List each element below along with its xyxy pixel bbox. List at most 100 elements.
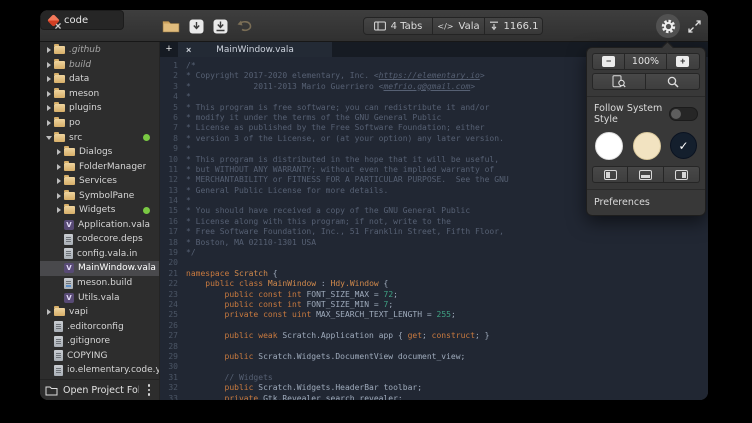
folder-icon (64, 163, 75, 171)
tree-item--editorconfig[interactable]: .editorconfig (40, 319, 159, 334)
zoom-in-button[interactable]: + (667, 53, 700, 70)
bottom-panel-icon (639, 170, 652, 180)
code-line (186, 362, 708, 372)
layout-sidebar-left-button[interactable] (592, 166, 628, 183)
vala-file-icon (64, 220, 74, 230)
tree-item-build[interactable]: build (40, 58, 159, 73)
language-button[interactable]: </> Vala (433, 17, 485, 35)
kebab-dot (148, 393, 151, 396)
settings-gear-button[interactable] (656, 14, 680, 38)
expander-icon[interactable] (54, 207, 64, 213)
find-in-project-icon (612, 75, 626, 88)
tree-item-label: .github (69, 45, 101, 55)
language-label: Vala (459, 21, 480, 32)
expand-arrows-icon (688, 20, 701, 33)
line-column-label: 1166.1 (504, 21, 539, 32)
revert-button[interactable] (237, 19, 253, 33)
desktop-background: × code (0, 0, 752, 423)
tree-item-meson[interactable]: meson (40, 87, 159, 102)
line-number: 1 (160, 61, 178, 71)
tree-item-application-vala[interactable]: Application.vala (40, 218, 159, 233)
tree-item-vapi[interactable]: vapi (40, 305, 159, 320)
project-menu-button[interactable] (144, 383, 154, 398)
goto-line-button[interactable]: 1166.1 (485, 17, 543, 35)
toggle-knob (671, 109, 681, 119)
save-as-button[interactable] (213, 19, 228, 34)
save-button[interactable] (189, 19, 204, 34)
tree-item-data[interactable]: data (40, 72, 159, 87)
tree-item-dialogs[interactable]: Dialogs (40, 145, 159, 160)
preferences-menu-item[interactable]: Preferences (592, 195, 700, 211)
tree-item-plugins[interactable]: plugins (40, 101, 159, 116)
expander-icon[interactable] (44, 309, 54, 315)
tree-item-utils-vala[interactable]: Utils.vala (40, 290, 159, 305)
tree-item-src[interactable]: src (40, 130, 159, 145)
expander-icon[interactable] (54, 164, 64, 170)
modified-badge (143, 134, 150, 141)
tree-item-widgets[interactable]: Widgets (40, 203, 159, 218)
folder-icon (54, 90, 65, 98)
style-dark-button[interactable]: ✓ (670, 132, 697, 159)
code-line: public class MainWindow : Hdy.Window { (186, 279, 708, 289)
tree-item-services[interactable]: Services (40, 174, 159, 189)
tab-close-icon[interactable]: × (186, 45, 191, 55)
expander-icon[interactable] (54, 193, 64, 199)
tree-item-io-elementary-code-yml[interactable]: io.elementary.code.yml (40, 363, 159, 378)
fullscreen-button[interactable] (686, 18, 702, 34)
expander-icon[interactable] (44, 62, 54, 68)
layout-bottom-panel-button[interactable] (628, 166, 664, 183)
tree-item-label: vapi (69, 307, 88, 317)
open-file-button[interactable] (162, 19, 180, 33)
save-as-icon (213, 19, 228, 34)
folder-icon (54, 308, 65, 316)
tree-item-symbolpane[interactable]: SymbolPane (40, 188, 159, 203)
find-button[interactable] (646, 73, 700, 90)
style-light-button[interactable] (595, 132, 623, 160)
tree-item-mainwindow-vala[interactable]: MainWindow.vala (40, 261, 159, 276)
line-number: 30 (160, 362, 178, 372)
line-number: 5 (160, 103, 178, 113)
tab-mainwindow-vala[interactable]: × MainWindow.vala (178, 42, 332, 57)
tree-item-config-vala-in[interactable]: config.vala.in (40, 247, 159, 262)
tree-item-meson-build[interactable]: meson.build (40, 276, 159, 291)
new-tab-button[interactable]: + (160, 42, 178, 57)
tree-item-label: src (69, 133, 82, 143)
expander-icon[interactable] (44, 76, 54, 82)
tree-item-codecore-deps[interactable]: codecore.deps (40, 232, 159, 247)
line-number: 4 (160, 92, 178, 102)
follow-system-style-toggle[interactable] (669, 107, 698, 121)
tree-item-label: Widgets (79, 205, 115, 215)
folder-icon (64, 177, 75, 185)
style-sepia-button[interactable] (633, 132, 661, 160)
tree-item-po[interactable]: po (40, 116, 159, 131)
folder-icon (54, 75, 65, 83)
layout-sidebar-right-button[interactable] (664, 166, 700, 183)
line-number: 3 (160, 82, 178, 92)
tree-item--github[interactable]: .github (40, 43, 159, 58)
code-line: * Free Software Foundation, Inc., 51 Fra… (186, 227, 708, 237)
text-file-icon (54, 365, 63, 376)
line-number: 31 (160, 373, 178, 383)
tree-item--gitignore[interactable]: .gitignore (40, 334, 159, 349)
expander-icon[interactable] (44, 105, 54, 111)
open-project-folder-button[interactable]: Open Project Folder... (40, 379, 159, 400)
project-name: code (64, 15, 88, 26)
zoom-out-button[interactable]: − (592, 53, 625, 70)
expander-icon[interactable] (44, 47, 54, 53)
zoom-level-label: 100% (625, 53, 666, 70)
find-in-project-button[interactable] (592, 73, 646, 90)
revert-arrow-icon (237, 19, 253, 33)
tabs-overview-button[interactable]: 4 Tabs (363, 17, 433, 35)
tree-item-label: plugins (69, 103, 102, 113)
expander-icon[interactable] (54, 178, 64, 184)
line-number: 12 (160, 175, 178, 185)
folder-icon (54, 134, 65, 142)
line-number: 23 (160, 290, 178, 300)
expander-icon[interactable] (44, 91, 54, 97)
expander-icon[interactable] (44, 136, 54, 140)
tabs-icon (374, 21, 386, 31)
tree-item-copying[interactable]: COPYING (40, 348, 159, 363)
expander-icon[interactable] (54, 149, 64, 155)
expander-icon[interactable] (44, 120, 54, 126)
tree-item-foldermanager[interactable]: FolderManager (40, 159, 159, 174)
